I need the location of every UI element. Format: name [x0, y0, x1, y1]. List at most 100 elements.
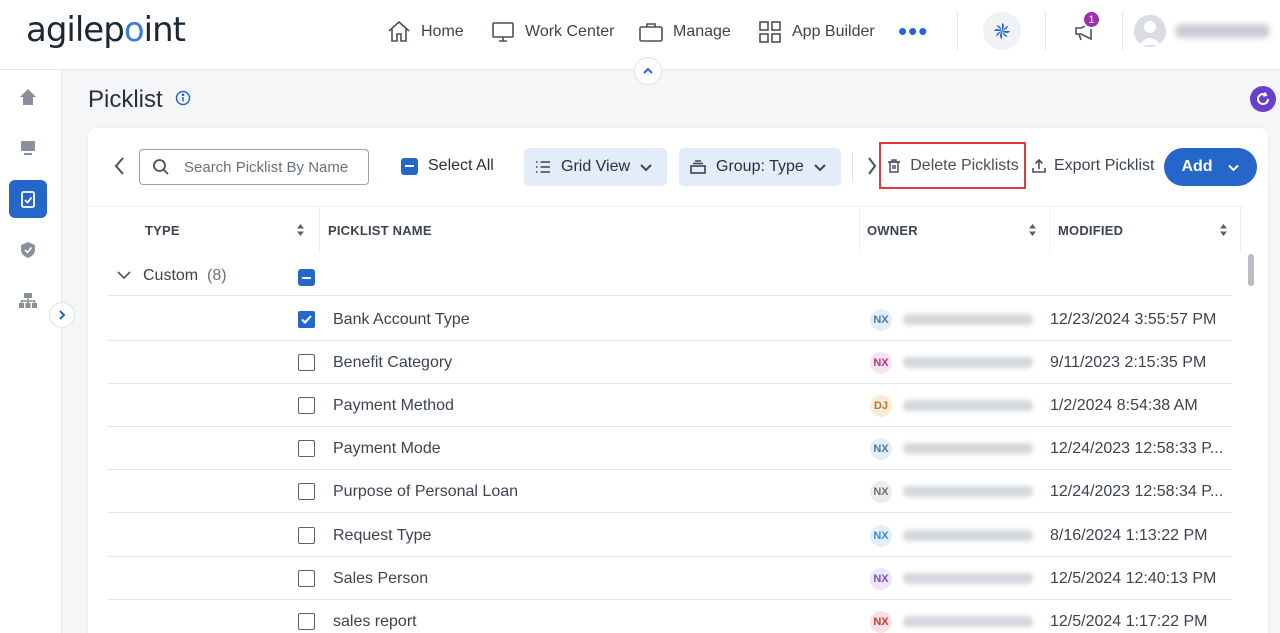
list-icon [536, 161, 550, 173]
table-row[interactable]: Request Type NX 8/16/2024 1:13:22 PM [108, 514, 1232, 557]
modified-date: 12/24/2023 12:58:34 P... [1050, 483, 1224, 501]
nav-manage-label: Manage [673, 23, 731, 40]
user-name-redacted[interactable] [1175, 24, 1270, 38]
nav-manage[interactable]: Manage [638, 18, 731, 46]
row-checkbox[interactable] [298, 483, 315, 501]
picklist-name[interactable]: Benefit Category [333, 354, 452, 372]
group-row-custom[interactable]: Custom (8) [108, 258, 1232, 296]
toolbar-scroll-left-button[interactable] [112, 155, 128, 182]
nav-work-center-label: Work Center [525, 23, 615, 40]
owner-name-redacted [903, 314, 1033, 325]
sidebar-picklist[interactable] [9, 180, 47, 218]
table-row[interactable]: Payment Mode NX 12/24/2023 12:58:33 P... [108, 427, 1232, 471]
table-row[interactable]: Purpose of Personal Loan NX 12/24/2023 12:… [108, 470, 1232, 514]
table-row[interactable]: Benefit Category NX 9/11/2023 2:15:35 PM [108, 341, 1232, 385]
table-row[interactable]: Payment Method DJ 1/2/2024 8:54:38 AM [108, 384, 1232, 428]
table-row[interactable]: sales report NX 12/5/2024 1:17:22 PM [108, 600, 1232, 633]
grid-icon [759, 21, 781, 43]
owner-name-redacted [903, 615, 1033, 627]
row-checkbox[interactable] [298, 612, 315, 630]
delete-picklists-label: Delete Picklists [910, 156, 1019, 174]
select-all-label: Select All [428, 157, 494, 174]
row-checkbox[interactable] [298, 354, 315, 372]
column-divider [1240, 207, 1241, 253]
picklist-name[interactable]: Payment Mode [333, 440, 441, 458]
picklist-name[interactable]: Sales Person [333, 570, 428, 588]
row-checkbox[interactable] [298, 526, 315, 544]
modified-date: 12/5/2024 1:17:22 PM [1050, 612, 1208, 630]
row-checkbox[interactable] [298, 311, 315, 328]
divider [1045, 12, 1046, 50]
search-input[interactable] [184, 158, 364, 176]
column-divider [319, 207, 320, 253]
picklist-name[interactable]: sales report [333, 613, 417, 631]
sort-icon[interactable] [1219, 223, 1228, 237]
grid-view-dropdown[interactable]: Grid View [524, 148, 668, 186]
chevron-right-icon [868, 157, 877, 175]
nav-app-builder[interactable]: App Builder [757, 18, 875, 46]
table-row[interactable]: Bank Account Type NX 12/23/2024 3:55:57 PM [108, 298, 1232, 341]
home-icon [388, 20, 410, 42]
group-select-checkbox[interactable] [298, 269, 315, 286]
export-picklist-button[interactable]: Export Picklist [1031, 157, 1154, 175]
logo-text-end: int [143, 10, 186, 50]
picklist-name[interactable]: Bank Account Type [333, 311, 470, 329]
nav-home[interactable]: Home [386, 18, 464, 46]
column-header-picklist-name[interactable]: PICKLIST NAME [328, 223, 432, 238]
export-picklist-label: Export Picklist [1054, 157, 1155, 174]
notifications-button[interactable]: 1 [1068, 10, 1102, 48]
row-checkbox[interactable] [298, 440, 315, 458]
group-by-dropdown[interactable]: Group: Type [679, 148, 841, 186]
sidebar-hierarchy[interactable] [9, 282, 47, 320]
column-header-modified[interactable]: MODIFIED [1058, 223, 1123, 238]
nav-home-label: Home [421, 23, 464, 40]
search-icon [153, 159, 169, 175]
row-checkbox[interactable] [298, 569, 315, 587]
owner-avatar: NX [870, 524, 892, 547]
picklist-name[interactable]: Payment Method [333, 397, 454, 415]
org-chart-icon [19, 293, 37, 308]
nav-work-center[interactable]: Work Center [490, 18, 615, 46]
row-checkbox[interactable] [298, 397, 315, 415]
user-avatar[interactable] [1134, 15, 1166, 47]
modified-date: 8/16/2024 1:13:22 PM [1050, 526, 1208, 544]
delete-picklists-button[interactable]: Delete Picklists [879, 142, 1026, 189]
column-header-owner[interactable]: OWNER [867, 223, 918, 238]
vertical-scrollbar[interactable] [1246, 252, 1256, 633]
picklist-name[interactable]: Request Type [333, 527, 431, 545]
owner-avatar: NX [870, 309, 892, 331]
modified-date: 12/24/2023 12:58:33 P... [1050, 440, 1224, 458]
expand-sidebar-button[interactable] [49, 302, 75, 328]
briefcase-icon [639, 23, 663, 42]
sidebar-home[interactable] [9, 78, 47, 116]
check-icon [301, 315, 312, 324]
sidebar-monitor[interactable] [9, 129, 47, 167]
sort-icon[interactable] [1028, 223, 1037, 237]
sidebar-security[interactable] [9, 231, 47, 269]
table-row[interactable]: Sales Person NX 12/5/2024 12:40:13 PM [108, 557, 1232, 600]
more-menu-button[interactable]: ••• [898, 18, 928, 44]
agilepoint-logo[interactable]: agilepoint [26, 10, 186, 50]
owner-name-redacted [903, 443, 1033, 455]
scrollbar-thumb[interactable] [1248, 254, 1254, 286]
picklist-name[interactable]: Purpose of Personal Loan [333, 483, 518, 501]
user-icon [1139, 21, 1161, 45]
select-all-toggle[interactable]: Select All [401, 157, 494, 175]
layers-icon [690, 160, 706, 174]
refresh-button[interactable] [1250, 86, 1276, 112]
toolbar-scroll-right-button[interactable] [866, 155, 878, 182]
column-header-type[interactable]: TYPE [145, 223, 180, 238]
chevron-down-icon [1227, 164, 1239, 171]
search-box[interactable] [139, 149, 369, 185]
select-all-checkbox[interactable] [401, 157, 418, 175]
modified-date: 9/11/2023 2:15:35 PM [1050, 354, 1207, 372]
agilepoint-assistant-button[interactable] [983, 12, 1021, 50]
table-header: TYPE PICKLIST NAME OWNER MODIFIED [88, 206, 1243, 253]
add-button[interactable]: Add [1164, 148, 1257, 186]
collapse-header-button[interactable] [634, 57, 662, 85]
sort-icon[interactable] [296, 223, 305, 237]
info-icon[interactable] [175, 90, 191, 111]
chevron-down-icon[interactable] [116, 267, 132, 283]
group-name: Custom [143, 267, 199, 284]
refresh-icon [1257, 92, 1270, 105]
